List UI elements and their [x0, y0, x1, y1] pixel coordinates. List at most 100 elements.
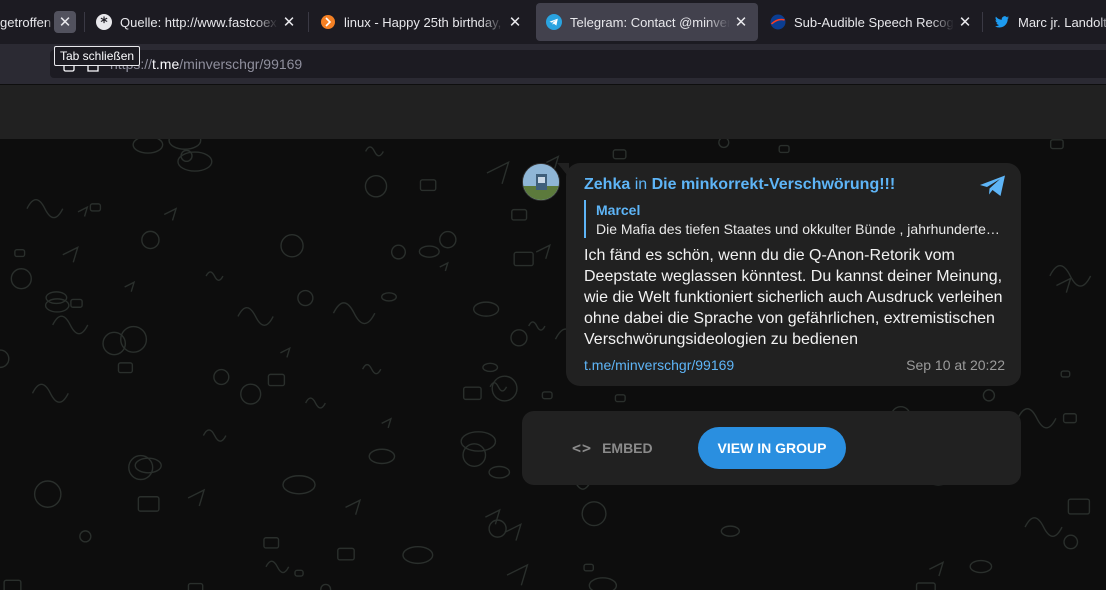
doodle-shape	[380, 292, 397, 302]
telegram-icon[interactable]	[979, 174, 1007, 198]
doodle-shape	[488, 519, 507, 538]
doodle-shape	[510, 329, 528, 347]
doodle-shape	[720, 525, 740, 537]
message-bubble: Zehka in Die minkorrekt-Verschwörung!!! …	[566, 163, 1021, 386]
doodle-shape	[31, 383, 69, 403]
close-icon[interactable]: ✕	[504, 11, 526, 33]
doodle-shape	[982, 389, 996, 402]
doodle-shape	[439, 261, 449, 272]
tab-twitter[interactable]: Marc jr. Landolt (@	[984, 3, 1106, 41]
page-header	[0, 84, 1106, 140]
doodle-shape	[3, 579, 22, 590]
tab-title: Sub-Audible Speech Recognition	[794, 14, 954, 30]
doodle-shape	[52, 315, 89, 335]
doodle-shape	[402, 545, 434, 565]
doodle-shape	[778, 144, 790, 154]
reply-author: Marcel	[596, 202, 641, 218]
doodle-shape	[929, 561, 945, 577]
doodle-shape	[237, 307, 274, 326]
doodle-shape	[381, 417, 393, 429]
doodle-shape	[297, 289, 314, 307]
doodle-shape	[511, 208, 528, 221]
avatar[interactable]	[522, 163, 560, 201]
tab-separator	[308, 12, 309, 32]
view-in-group-button[interactable]: VIEW IN GROUP	[698, 427, 846, 469]
group-name[interactable]: Die minkorrekt-Verschwörung!!!	[652, 176, 896, 193]
doodle-shape	[62, 245, 79, 263]
doodle-shape	[282, 475, 316, 495]
doodle-shape	[513, 251, 534, 267]
doodle-shape	[915, 582, 936, 590]
doodle-shape	[240, 383, 262, 405]
doodle-shape	[280, 234, 304, 258]
doodle-shape	[137, 496, 160, 512]
doodle-shape	[504, 522, 522, 541]
doodle-shape	[718, 139, 730, 149]
action-bar: <> EMBED VIEW IN GROUP	[522, 411, 1021, 485]
doodle-shape	[488, 465, 511, 479]
doodle-shape	[1049, 265, 1092, 287]
author-name[interactable]: Zehka	[584, 176, 630, 193]
doodle-shape	[202, 429, 227, 442]
doodle-shape	[0, 349, 10, 369]
doodle-shape	[45, 291, 68, 305]
doodle-shape	[588, 577, 618, 590]
doodle-shape	[141, 230, 160, 250]
reply-quote[interactable]: Marcel Die Mafia des tiefen Staates und …	[584, 200, 1004, 238]
doodle-shape	[612, 149, 627, 160]
close-icon[interactable]: ✕	[278, 11, 300, 33]
tab-linux[interactable]: linux - Happy 25th birthday, Linux ✕	[310, 3, 532, 41]
doodle-shape	[535, 243, 551, 260]
doodle-shape	[368, 448, 396, 465]
view-in-group-label: VIEW IN GROUP	[717, 440, 827, 456]
doodle-shape	[1067, 498, 1091, 515]
doodle-shape	[418, 245, 440, 258]
doodle-shape	[506, 563, 529, 586]
doodle-shape	[320, 583, 332, 590]
doodle-shape	[177, 151, 213, 172]
close-tab-tooltip: Tab schließen	[54, 46, 141, 66]
orange-favicon-icon	[320, 14, 336, 30]
tab-telegram[interactable]: Telegram: Contact @minverschgr ✕	[536, 3, 758, 41]
doodle-shape	[117, 362, 134, 374]
doodle-shape	[390, 244, 407, 260]
tab-nasa[interactable]: Sub-Audible Speech Recognition ✕	[760, 3, 982, 41]
doodle-shape	[969, 559, 993, 574]
doodle-shape	[1060, 370, 1071, 378]
close-icon[interactable]: ✕	[730, 11, 752, 33]
tab-strip: getroffen ✕ * Quelle: http://www.fastcoe…	[0, 0, 1106, 44]
doodle-shape	[462, 443, 487, 468]
doodle-shape	[187, 488, 206, 507]
tab-title: Quelle: http://www.fastcoexist.com	[120, 14, 278, 30]
reply-text: Die Mafia des tiefen Staates und okkulte…	[596, 221, 1004, 237]
doodle-shape	[265, 560, 290, 574]
url-path: /minverschgr/99169	[179, 56, 303, 72]
url-bar[interactable]: https://t.me/minverschgr/99169	[50, 50, 1106, 78]
doodle-shape	[345, 498, 362, 515]
doodle-shape	[205, 271, 224, 282]
doodle-shape	[541, 391, 553, 400]
svg-text:*: *	[100, 15, 108, 30]
doodle-shape	[267, 373, 286, 387]
doodle-shape	[10, 268, 32, 290]
doodle-shape	[486, 160, 510, 185]
tab-getroffen[interactable]: getroffen ✕	[0, 3, 82, 41]
tab-title: Marc jr. Landolt (@	[1018, 14, 1106, 30]
doodle-shape	[70, 298, 83, 308]
doodle-shape	[132, 139, 164, 154]
doodle-shape	[462, 386, 482, 401]
close-icon[interactable]: ✕	[954, 11, 976, 33]
doodle-shape	[1056, 277, 1072, 293]
doodle-shape	[614, 394, 626, 403]
tab-quelle[interactable]: * Quelle: http://www.fastcoexist.com ✕	[86, 3, 306, 41]
doodle-shape	[180, 149, 193, 163]
message-link[interactable]: t.me/minverschgr/99169	[584, 357, 734, 373]
code-brackets-icon: <>	[572, 439, 593, 457]
doodle-shape	[33, 480, 62, 508]
doodle-shape	[187, 582, 204, 590]
telegram-icon	[546, 14, 562, 30]
embed-button[interactable]: <> EMBED	[572, 439, 653, 457]
in-word: in	[634, 176, 648, 193]
url-domain: t.me	[152, 56, 180, 72]
close-icon[interactable]: ✕	[54, 11, 76, 33]
